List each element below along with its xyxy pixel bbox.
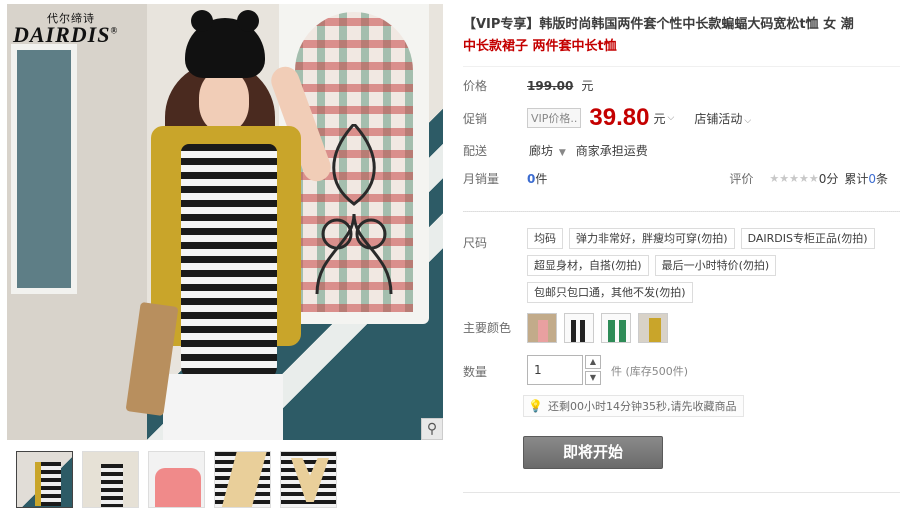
stock-info: 件 (库存500件) <box>611 365 689 378</box>
size-option[interactable]: 最后一小时特价(勿拍) <box>654 255 777 276</box>
size-option[interactable]: 包邮只包口通，其他不发(勿拍) <box>527 282 693 303</box>
rating-stars: ★★★★★ <box>769 172 819 185</box>
lightbulb-icon: 💡 <box>528 399 543 413</box>
rating-label: 评价 <box>729 172 754 186</box>
divider <box>463 66 900 67</box>
quantity-input[interactable] <box>527 355 583 385</box>
main-product-image[interactable]: 代尔缔诗 DAIRDIS® ⚲ <box>7 4 443 440</box>
promo-price: 39.80 <box>589 104 650 131</box>
size-option[interactable]: 弹力非常好，胖瘦均可穿(勿拍) <box>569 228 735 249</box>
original-price: 199.00 <box>527 78 574 93</box>
caret-down-icon: ▼ <box>558 148 566 158</box>
shipping-origin-dropdown[interactable]: 廊坊 ▼ <box>529 142 566 159</box>
product-title-sub: 中长款裙子 两件套中长t恤 <box>463 39 617 54</box>
review-total-link[interactable]: 累计0条 <box>844 170 888 187</box>
quantity-label: 数量 <box>463 365 488 379</box>
product-title: 【VIP专享】韩版时尚韩国两件套个性中长款蝙蝠大码宽松t恤 女 潮 中长款裙子 … <box>463 14 900 58</box>
size-option[interactable]: 超显身材，自搭(勿拍) <box>527 255 649 276</box>
shipping-note: 商家承担运费 <box>575 144 648 158</box>
thumbnail-strip <box>16 451 337 508</box>
color-swatches <box>527 313 668 343</box>
magnifier-icon[interactable]: ⚲ <box>421 418 443 440</box>
price-label: 价格 <box>463 79 488 93</box>
thumbnail-2[interactable] <box>82 451 139 508</box>
brand-logo: 代尔缔诗 DAIRDIS® <box>13 10 118 48</box>
brand-logo-en: DAIRDIS® <box>13 22 119 47</box>
product-info-panel: 【VIP专享】韩版时尚韩国两件套个性中长款蝙蝠大码宽松t恤 女 潮 中长款裙子 … <box>463 0 900 508</box>
countdown-tip: 💡 还剩00小时14分钟35秒,请先收藏商品 <box>523 395 744 417</box>
thumbnail-1[interactable] <box>16 451 73 508</box>
quantity-stepper: ▲ ▼ <box>585 355 601 385</box>
monthly-sales-unit: 件 <box>535 172 548 186</box>
shop-activity-dropdown[interactable]: 店铺活动 ⌵ <box>694 110 751 127</box>
size-option[interactable]: DAIRDIS专柜正品(勿拍) <box>740 228 875 249</box>
color-swatch-3[interactable] <box>601 313 631 343</box>
divider <box>463 211 900 212</box>
decrease-quantity-button[interactable]: ▼ <box>585 371 601 385</box>
thumbnail-3[interactable] <box>148 451 205 508</box>
rating-score: 0分 <box>818 172 839 186</box>
chevron-down-icon: ⌵ <box>744 115 752 126</box>
color-swatch-4[interactable] <box>638 313 668 343</box>
chevron-down-icon[interactable]: ⌵ <box>667 113 674 123</box>
countdown-text: 还剩00小时14分钟35秒,请先收藏商品 <box>548 400 737 413</box>
size-options: 均码 弹力非常好，胖瘦均可穿(勿拍) DAIRDIS专柜正品(勿拍) 超显身材，… <box>527 228 900 303</box>
size-label: 尺码 <box>463 236 488 250</box>
model-figure <box>107 4 367 440</box>
promo-price-unit: 元 <box>653 111 666 126</box>
shipping-label: 配送 <box>463 144 488 158</box>
increase-quantity-button[interactable]: ▲ <box>585 355 601 369</box>
monthly-sales-count: 0 <box>527 171 536 186</box>
color-swatch-1[interactable] <box>527 313 557 343</box>
shipping-row: 配送 廊坊 ▼ 商家承担运费 <box>463 142 900 159</box>
monthly-sales-label: 月销量 <box>463 172 500 186</box>
coming-soon-button[interactable]: 即将开始 <box>523 436 663 469</box>
striped-top <box>181 144 277 384</box>
promo-row: 促销 VIP价格.. 39.80 元 ⌵ 店铺活动 ⌵ <box>463 104 900 132</box>
white-pants <box>163 374 283 440</box>
black-cat-ear-hat <box>185 10 265 78</box>
thumbnail-5[interactable] <box>280 451 337 508</box>
thumbnail-4[interactable] <box>214 451 271 508</box>
size-option[interactable]: 均码 <box>527 228 563 249</box>
price-unit: 元 <box>581 79 594 93</box>
product-title-main: 【VIP专享】韩版时尚韩国两件套个性中长款蝙蝠大码宽松t恤 女 潮 <box>463 17 854 32</box>
color-swatch-2[interactable] <box>564 313 594 343</box>
price-row: 价格 199.00 元 <box>463 77 900 94</box>
promo-label: 促销 <box>463 111 488 126</box>
vip-price-tag[interactable]: VIP价格.. <box>527 108 582 128</box>
sales-row: 月销量 0件 评价 ★★★★★ 0分 累计0条 <box>463 170 900 187</box>
color-label: 主要颜色 <box>463 321 512 335</box>
product-gallery: 代尔缔诗 DAIRDIS® ⚲ <box>7 4 443 508</box>
divider <box>463 492 900 493</box>
